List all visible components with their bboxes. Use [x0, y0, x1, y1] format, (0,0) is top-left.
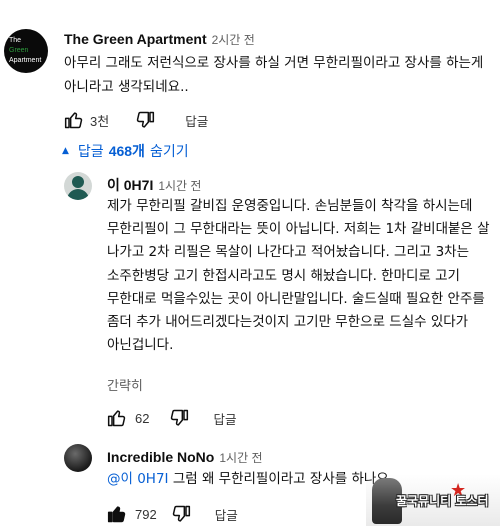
reply-timestamp[interactable]: 1시간 전 [219, 449, 262, 466]
comment-text: 아무리 그래도 저런식으로 장사를 하실 거면 무한리필이라고 장사를 하는게 … [64, 55, 484, 95]
show-less-button[interactable]: 간략히 [107, 375, 143, 394]
avatar-text-line: The [9, 37, 22, 44]
comment-actions: 3천 답글 [64, 110, 208, 130]
avatar[interactable] [64, 444, 92, 472]
chevron-up-icon: ▲ [62, 146, 69, 156]
reply-header: Incredible NoNo 1시간 전 [107, 449, 263, 466]
thumbs-down-icon[interactable] [171, 504, 191, 524]
replies-toggle-prefix: 답글 [77, 144, 104, 160]
avatar[interactable]: The Green Apartment [4, 29, 48, 73]
thumbs-down-icon[interactable] [135, 110, 155, 130]
like-count: 62 [135, 410, 150, 426]
thumbs-down-icon[interactable] [169, 408, 189, 428]
reply-header: 이 0H7I 1시간 전 [107, 175, 201, 195]
avatar-head-shape [72, 176, 84, 188]
like-count: 792 [135, 506, 157, 522]
hide-replies-button[interactable]: ▲ 답글 468개 숨기기 [62, 141, 189, 161]
reply-actions: 62 답글 [107, 408, 236, 428]
reply-actions: 792 답글 [107, 504, 238, 524]
watermark-text: 꿀국뮤니티 토스터 [396, 494, 489, 508]
comment-author[interactable]: The Green Apartment [64, 31, 207, 47]
reply-button[interactable]: 답글 [215, 505, 238, 524]
replies-count: 468개 [108, 143, 145, 159]
avatar[interactable] [64, 172, 92, 200]
mention-link[interactable]: @이 0H7I [107, 471, 169, 487]
like-count: 3천 [90, 113, 110, 129]
avatar-text-line: Green [9, 47, 29, 54]
reply-body: 그럼 왜 무한리필이라고 장사를 하나요 [168, 471, 389, 487]
reply-timestamp[interactable]: 1시간 전 [158, 177, 201, 194]
comment-header: The Green Apartment 2시간 전 [64, 31, 255, 48]
thumbs-up-icon[interactable] [64, 110, 84, 130]
reply-author[interactable]: 이 0H7I [107, 175, 153, 195]
reply-button[interactable]: 답글 [213, 409, 236, 428]
reply-button[interactable]: 답글 [185, 111, 208, 130]
replies-toggle-suffix: 숨기기 [149, 144, 189, 160]
thumbs-up-icon[interactable] [107, 408, 127, 428]
reply-text: 제가 무한리필 갈비집 운영중입니다. 손님분들이 착각을 하시는데 무한리필이… [107, 198, 490, 354]
watermark-logo: ★ 꿀국뮤니티 토스터 [366, 474, 500, 526]
thumbs-up-icon[interactable] [107, 504, 127, 524]
comment-timestamp[interactable]: 2시간 전 [212, 31, 255, 48]
avatar-text-line: Apartment [9, 57, 42, 64]
reply-author[interactable]: Incredible NoNo [107, 449, 214, 465]
avatar-body-shape [67, 189, 89, 200]
